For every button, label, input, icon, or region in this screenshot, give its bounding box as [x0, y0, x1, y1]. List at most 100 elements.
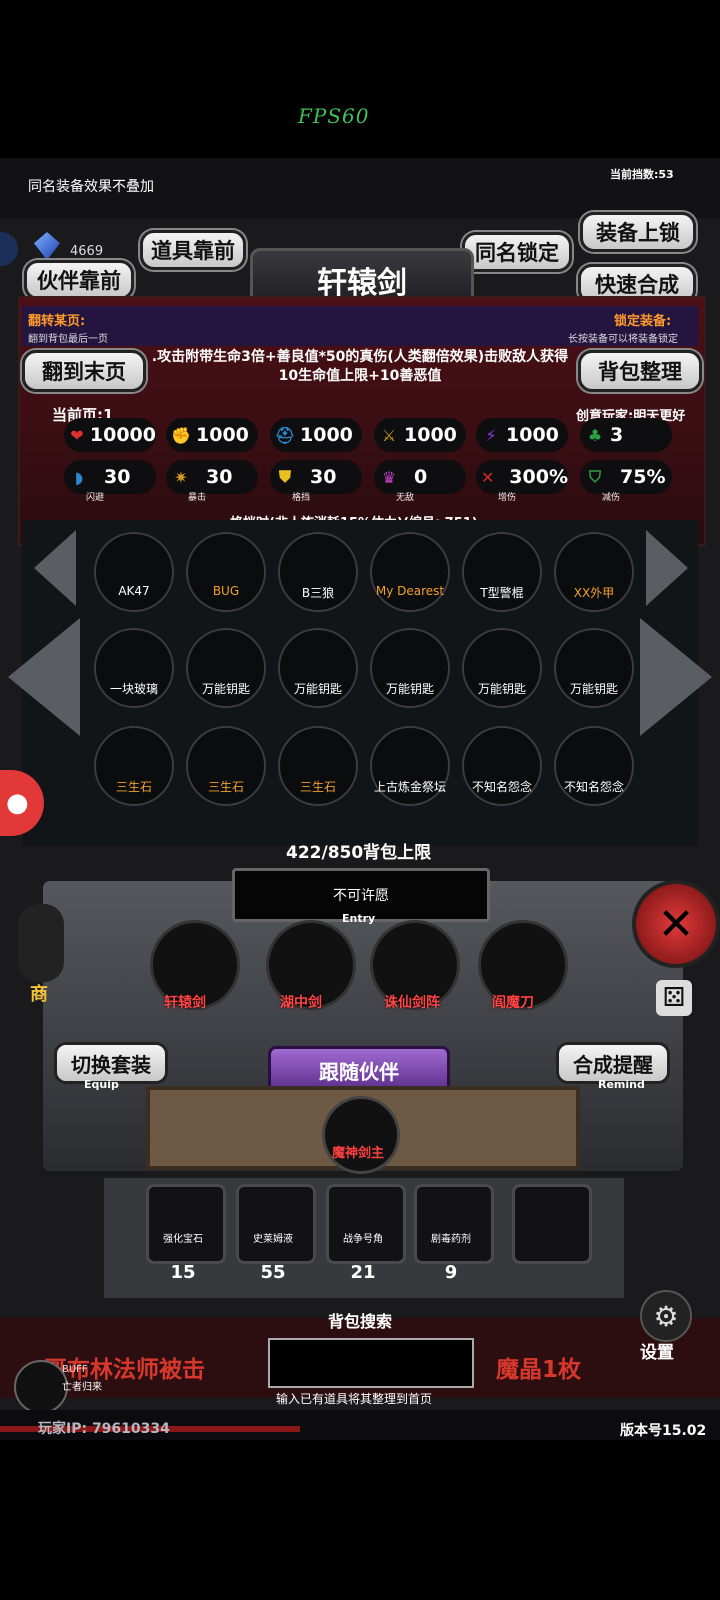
stat-row1-5: ♣ 3 — [580, 418, 672, 452]
equip-lock-button[interactable]: 装备上锁 — [580, 212, 696, 252]
flip-hint: 翻到背包最后一页 — [28, 334, 108, 345]
companion-name: 魔神剑主 — [332, 1146, 385, 1161]
stat-value: 1000 — [506, 424, 559, 446]
inventory-item-label: 不知名怨念 — [563, 780, 624, 794]
inventory-item-label: AK47 — [118, 584, 150, 598]
stat-row2-0: ◗ 30 — [64, 460, 156, 494]
consumable-label: 战争号角 — [343, 1234, 383, 1245]
consumable-slot[interactable] — [414, 1184, 494, 1264]
stat-row1-4: ⚡ 1000 — [476, 418, 568, 452]
lock-label: 锁定装备: — [614, 314, 672, 329]
stat-value: 75% — [620, 466, 666, 488]
inventory-item-label: B三狼 — [301, 586, 335, 600]
inventory-item-label: 不知名怨念 — [471, 780, 532, 794]
inventory-item-label: 一块玻璃 — [109, 682, 158, 696]
current-count: 当前挡数:53 — [610, 168, 674, 181]
stat-label: 无敌 — [396, 493, 415, 503]
weapon-label: 阎魔刀 — [492, 995, 534, 1011]
stat-label: 暴击 — [188, 493, 207, 503]
inventory-slot[interactable] — [186, 532, 266, 612]
skull-icon[interactable] — [14, 1360, 68, 1414]
inventory-item-label: My Dearest — [375, 584, 445, 598]
consumable-count: 55 — [260, 1262, 286, 1283]
inventory-item-label: 三生石 — [299, 780, 336, 794]
stat-row2-5: ⛉ 75% — [580, 460, 672, 494]
gear-icon[interactable]: ⚙ — [640, 1290, 692, 1342]
lock-hint: 长按装备可以将装备锁定 — [568, 334, 678, 345]
entry-label: Entry — [342, 912, 376, 925]
empty-slot[interactable] — [512, 1184, 592, 1264]
shop-label: 商 — [30, 984, 48, 1005]
stat-row1-3: ⚔ 1000 — [374, 418, 466, 452]
consumable-count: 9 — [444, 1262, 458, 1283]
to-last-page-button[interactable]: 翻到末页 — [22, 350, 146, 392]
inventory-slot[interactable] — [370, 532, 450, 612]
item-description: .攻击附带生命3倍+善良值*50的真伤(人类翻倍效果)击败敌人获得10生命值上限… — [151, 349, 569, 384]
stat-value: 30 — [104, 466, 131, 488]
stat-row1-0: ❤ 10000 — [64, 418, 156, 452]
bag-sort-button[interactable]: 背包整理 — [578, 350, 702, 392]
consumable-slot[interactable] — [326, 1184, 406, 1264]
stat-value: 1000 — [196, 424, 249, 446]
partner-front-button[interactable]: 伙伴靠前 — [24, 260, 134, 300]
inventory-slot[interactable] — [94, 532, 174, 612]
notice-text: 同名装备效果不叠加 — [28, 179, 154, 195]
stat-value: 0 — [414, 466, 428, 488]
search-input[interactable] — [268, 1338, 474, 1388]
dodge-icon: ◗ — [74, 467, 84, 487]
consumable-label: 史莱姆液 — [253, 1234, 293, 1245]
damage-up-icon: ✕ — [480, 467, 495, 487]
merge-remind-sub: Remind — [598, 1078, 645, 1091]
fps-counter: FPS60 — [298, 104, 370, 128]
search-title: 背包搜索 — [328, 1312, 393, 1331]
clover-icon: ♣ — [587, 425, 603, 445]
stat-value: 30 — [206, 466, 233, 488]
version-label: 版本号15.02 — [620, 1423, 707, 1439]
stat-value: 1000 — [404, 424, 457, 446]
consumable-count: 21 — [350, 1262, 376, 1283]
stat-value: 3 — [610, 424, 624, 446]
consumable-slot[interactable] — [236, 1184, 316, 1264]
consumable-label: 剧毒药剂 — [431, 1234, 471, 1245]
stat-value: 1000 — [300, 424, 353, 446]
inventory-item-label: BUG — [212, 584, 240, 598]
shop-tab[interactable] — [18, 904, 64, 982]
inventory-item-label: 万能钥匙 — [477, 682, 526, 696]
news-right: 魔晶1枚 — [496, 1357, 582, 1383]
items-front-button[interactable]: 道具靠前 — [140, 230, 246, 270]
stat-row2-1: ✷ 30 — [166, 460, 258, 494]
dice-icon[interactable]: ⚄ — [656, 980, 692, 1016]
settings-label[interactable]: 设置 — [640, 1338, 674, 1363]
companion-slot[interactable] — [322, 1096, 400, 1174]
weapon-label: 轩辕剑 — [164, 995, 206, 1011]
stat-row2-4: ✕ 300% — [476, 460, 568, 494]
lightning-icon: ⚡ — [485, 425, 497, 445]
inventory-item-label: T型警棍 — [480, 586, 524, 600]
bag-capacity: 422/850背包上限 — [286, 843, 432, 863]
inventory-item-label: XX外甲 — [573, 586, 615, 600]
stat-label: 增伤 — [498, 493, 517, 503]
crit-icon: ✷ — [174, 467, 188, 487]
buff-title: BUFF — [62, 1364, 88, 1375]
inventory-item-label: 万能钥匙 — [293, 682, 342, 696]
consumable-slot[interactable] — [146, 1184, 226, 1264]
weapon-label: 诛仙剑阵 — [384, 995, 440, 1011]
helmet-icon: ⛑ — [274, 425, 296, 445]
stat-label: 减伤 — [602, 493, 621, 503]
switch-set-sub: Equip — [84, 1078, 119, 1091]
stat-row1-2: ⛑ 1000 — [270, 418, 362, 452]
user-icon: ● — [6, 788, 29, 818]
inventory-item-label: 三生石 — [115, 780, 152, 794]
player-ip: 玩家IP: 79610334 — [38, 1421, 170, 1437]
inventory-item-label: 万能钥匙 — [569, 682, 618, 696]
consumable-label: 强化宝石 — [163, 1234, 203, 1245]
damage-reduce-icon: ⛉ — [588, 467, 601, 486]
search-hint: 输入已有道具将其整理到首页 — [276, 1392, 433, 1406]
gem-count: 4669 — [70, 244, 104, 259]
block-icon: ⛊ — [278, 467, 291, 486]
stat-value: 10000 — [89, 424, 156, 446]
consumable-count: 15 — [170, 1262, 196, 1283]
same-name-lock-button[interactable]: 同名锁定 — [462, 232, 572, 272]
close-button[interactable]: ✕ — [632, 880, 720, 968]
weapon-label: 湖中剑 — [280, 995, 322, 1011]
